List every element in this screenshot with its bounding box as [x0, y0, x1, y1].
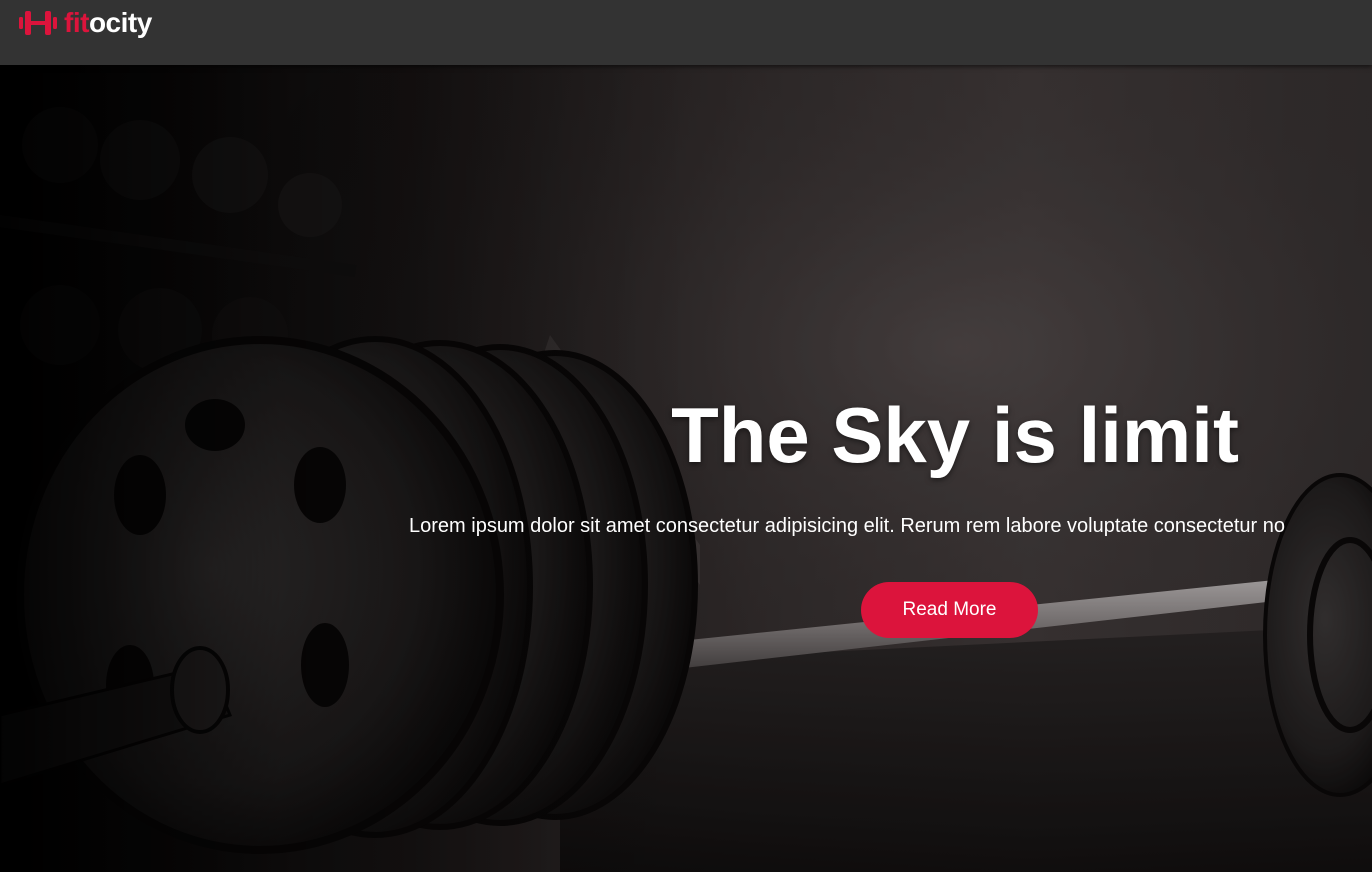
brand-name-accent: fit: [64, 7, 89, 38]
brand-name-rest: ocity: [88, 7, 152, 38]
brand-name: fitocity: [64, 7, 152, 39]
hero-content: The Sky is limit Lorem ipsum dolor sit a…: [0, 65, 1372, 872]
dumbbell-icon: [19, 11, 57, 35]
read-more-button[interactable]: Read More: [861, 582, 1038, 638]
hero-section: The Sky is limit Lorem ipsum dolor sit a…: [0, 65, 1372, 872]
brand-logo[interactable]: fitocity: [18, 6, 152, 40]
navbar: fitocity: [0, 0, 1372, 65]
hero-description: Lorem ipsum dolor sit amet consectetur a…: [409, 515, 1285, 537]
hero-title: The Sky is limit: [671, 391, 1239, 479]
